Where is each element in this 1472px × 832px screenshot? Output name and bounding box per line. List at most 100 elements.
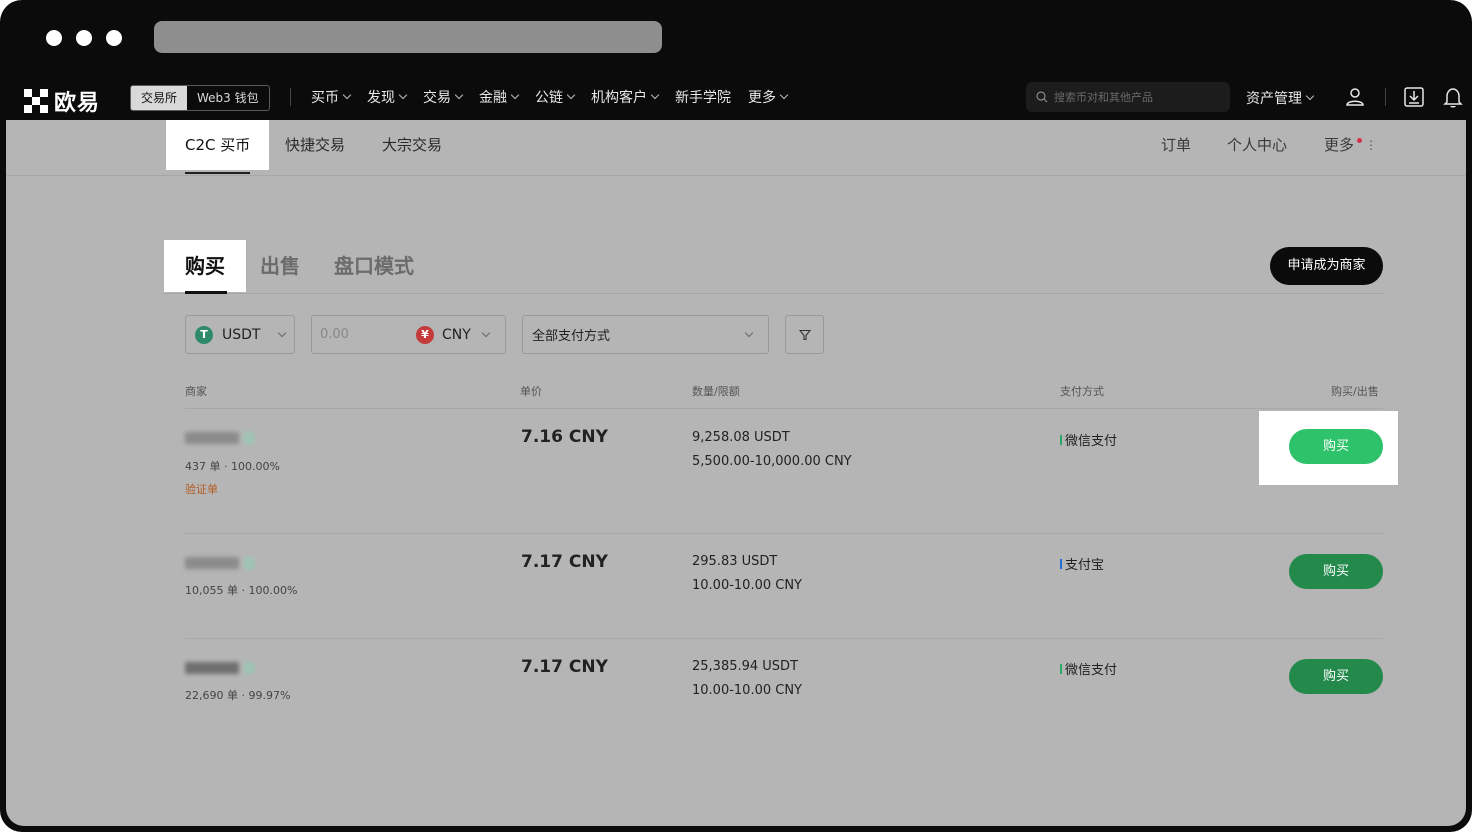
exchange-wallet-switch: 交易所 Web3 钱包 [130, 85, 270, 111]
verified-badge-icon [242, 556, 255, 570]
orders-link[interactable]: 订单 [1161, 120, 1191, 170]
filter-icon [798, 329, 811, 340]
active-tab-underline [185, 172, 250, 174]
chevron-down-icon [278, 328, 287, 337]
available-quantity: 295.83 USDT [692, 554, 778, 569]
merchant-stats: 22,690 单 · 99.97% [185, 689, 291, 702]
tabs-divider [164, 293, 1384, 294]
fiat-select-value[interactable]: CNY [442, 327, 471, 343]
chevron-down-icon [566, 90, 576, 100]
logo[interactable]: 欧易 [24, 85, 100, 117]
menu-item-academy[interactable]: 新手学院 [675, 87, 731, 107]
completion-rate: 100.00% [231, 460, 280, 473]
menu-item-more[interactable]: 更多 [748, 87, 789, 107]
menu-item-chain[interactable]: 公链 [535, 87, 576, 107]
menu-item-label: 发现 [367, 90, 395, 106]
menu-item-buy-crypto[interactable]: 买币 [311, 87, 352, 107]
column-header-payment: 支付方式 [1060, 385, 1104, 398]
chevron-down-icon [510, 90, 520, 100]
top-nav: 欧易 交易所 Web3 钱包 买币 发现 交易 金融 公链 机构客户 新手学院 … [0, 74, 1472, 120]
row-divider [185, 533, 1383, 534]
coin-select[interactable]: T USDT [185, 315, 295, 354]
chevron-down-icon [650, 90, 660, 100]
search-icon [1036, 91, 1048, 103]
become-merchant-button[interactable]: 申请成为商家 [1270, 247, 1383, 285]
buy-button[interactable]: 购买 [1289, 554, 1383, 589]
address-bar[interactable] [154, 21, 662, 53]
chevron-down-icon [398, 90, 408, 100]
asset-management-menu[interactable]: 资产管理 [1246, 88, 1315, 108]
tab-c2c-buy[interactable]: C2C 买币 [166, 120, 270, 170]
chevron-down-icon [779, 90, 789, 100]
browser-window: 欧易 交易所 Web3 钱包 买币 发现 交易 金融 公链 机构客户 新手学院 … [0, 0, 1472, 832]
search-input[interactable] [1054, 90, 1224, 104]
buy-button[interactable]: 购买 [1289, 429, 1383, 464]
window-dot-minimize[interactable] [76, 30, 92, 46]
orders-link-label: 订单 [1161, 136, 1192, 154]
amount-field[interactable]: ¥ CNY [311, 315, 506, 354]
menu-item-finance[interactable]: 金融 [479, 87, 520, 107]
chevron-down-icon [744, 328, 754, 337]
profile-center-label: 个人中心 [1227, 136, 1288, 154]
more-link[interactable]: 更多 ⋮ [1324, 120, 1377, 170]
order-limit: 10.00-10.00 CNY [692, 683, 802, 698]
payment-method: 微信支付 [1060, 430, 1117, 449]
bell-icon[interactable] [1442, 86, 1464, 108]
merchant-name-blurred[interactable] [185, 661, 255, 675]
unit-price: 7.17 CNY [521, 552, 608, 572]
amount-input[interactable] [320, 327, 410, 342]
more-link-label: 更多 [1324, 136, 1355, 154]
column-header-price: 单价 [520, 385, 542, 398]
tab-orderbook-mode[interactable]: 盘口模式 [334, 240, 414, 292]
merchant-name-redacted [185, 662, 239, 674]
merchant-name-blurred[interactable] [185, 431, 255, 445]
merchant-name-blurred[interactable] [185, 556, 255, 570]
menu-item-label: 新手学院 [675, 90, 731, 106]
order-limit: 10.00-10.00 CNY [692, 578, 802, 593]
completion-rate: 99.97% [248, 689, 291, 702]
verified-badge-icon [242, 431, 255, 445]
menu-item-trade[interactable]: 交易 [423, 87, 464, 107]
profile-center-link[interactable]: 个人中心 [1227, 120, 1287, 170]
menu-item-label: 机构客户 [591, 90, 647, 106]
menu-item-label: 更多 [748, 90, 776, 106]
sub-nav: C2C 买币 快捷交易 大宗交易 订单 个人中心 更多 ⋮ [6, 120, 1466, 176]
menu-item-label: 交易 [423, 90, 451, 106]
menu-item-label: 金融 [479, 90, 507, 106]
window-dot-maximize[interactable] [106, 30, 122, 46]
menu-item-label: 买币 [311, 90, 339, 106]
menu-item-label: 公链 [535, 90, 563, 106]
order-count: 22,690 单 [185, 689, 238, 702]
buy-button[interactable]: 购买 [1289, 659, 1383, 694]
payment-method-value: 全部支付方式 [532, 329, 611, 344]
tab-sell[interactable]: 出售 [260, 240, 300, 292]
unit-price: 7.17 CNY [521, 657, 608, 677]
switch-web3-wallet[interactable]: Web3 钱包 [187, 86, 269, 110]
verify-order-tag: 验证单 [185, 483, 218, 496]
alipay-marker [1060, 558, 1062, 569]
merchant-stats: 437 单 · 100.00% [185, 460, 280, 473]
payment-method-select[interactable]: 全部支付方式 [522, 315, 769, 354]
tab-buy[interactable]: 购买 [164, 240, 246, 292]
menu-item-institutional[interactable]: 机构客户 [591, 87, 660, 107]
more-vertical-icon: ⋮ [1365, 138, 1378, 152]
advanced-filter-button[interactable] [785, 315, 824, 354]
window-dot-close[interactable] [46, 30, 62, 46]
payment-method: 支付宝 [1060, 554, 1104, 573]
logo-text: 欧易 [54, 91, 101, 116]
order-limit: 5,500.00-10,000.00 CNY [692, 454, 852, 469]
order-count: 10,055 单 [185, 584, 238, 597]
row-divider [185, 638, 1383, 639]
tab-quick-trade[interactable]: 快捷交易 [285, 120, 345, 170]
user-icon[interactable] [1344, 86, 1366, 108]
cny-currency-icon: ¥ [416, 325, 434, 344]
download-icon[interactable] [1403, 86, 1425, 108]
menu-item-discover[interactable]: 发现 [367, 87, 408, 107]
tab-block-trade[interactable]: 大宗交易 [382, 120, 442, 170]
merchant-name-redacted [185, 432, 239, 444]
available-quantity: 9,258.08 USDT [692, 430, 790, 445]
notification-dot [1357, 137, 1363, 143]
chevron-down-icon[interactable] [481, 328, 491, 337]
search-box[interactable] [1026, 82, 1230, 112]
switch-exchange[interactable]: 交易所 [131, 86, 188, 110]
